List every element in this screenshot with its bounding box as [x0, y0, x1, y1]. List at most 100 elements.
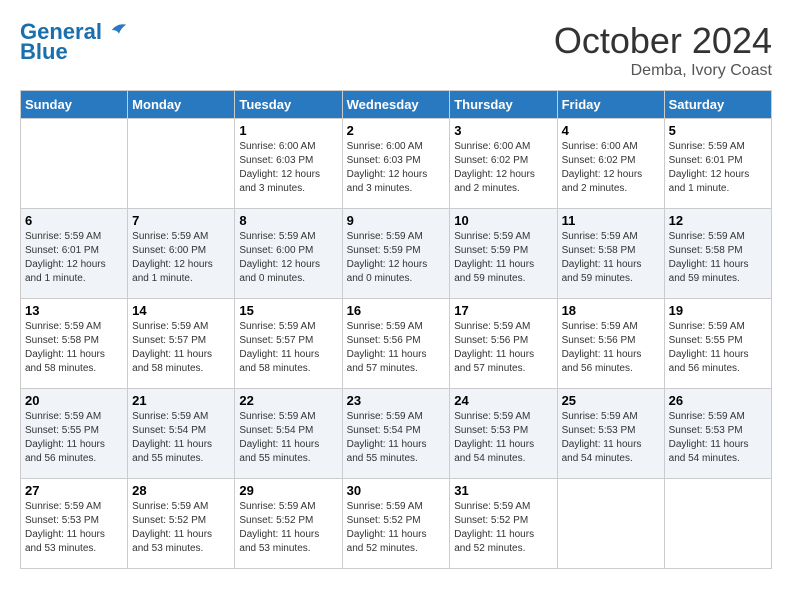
- calendar-cell: 23Sunrise: 5:59 AM Sunset: 5:54 PM Dayli…: [342, 389, 450, 479]
- day-number: 7: [132, 213, 230, 228]
- day-number: 13: [25, 303, 123, 318]
- logo: General Blue: [20, 20, 128, 64]
- day-number: 28: [132, 483, 230, 498]
- day-number: 5: [669, 123, 767, 138]
- calendar-cell: 16Sunrise: 5:59 AM Sunset: 5:56 PM Dayli…: [342, 299, 450, 389]
- header-day-tuesday: Tuesday: [235, 91, 342, 119]
- calendar-cell: 18Sunrise: 5:59 AM Sunset: 5:56 PM Dayli…: [557, 299, 664, 389]
- day-number: 12: [669, 213, 767, 228]
- calendar-cell: 21Sunrise: 5:59 AM Sunset: 5:54 PM Dayli…: [128, 389, 235, 479]
- calendar-table: SundayMondayTuesdayWednesdayThursdayFrid…: [20, 90, 772, 569]
- calendar-cell: [21, 119, 128, 209]
- calendar-cell: 12 Sunrise: 5:59 AM Sunset: 5:58 PM Dayli…: [664, 209, 771, 299]
- day-number: 16: [347, 303, 446, 318]
- month-title: October 2024: [554, 20, 772, 62]
- calendar-cell: 19 Sunrise: 5:59 AM Sunset: 5:55 PM Dayli…: [664, 299, 771, 389]
- week-row-1: 1 Sunrise: 6:00 AM Sunset: 6:03 PM Daylig…: [21, 119, 772, 209]
- day-number: 19: [669, 303, 767, 318]
- calendar-cell: [128, 119, 235, 209]
- day-number: 31: [454, 483, 552, 498]
- title-area: October 2024 Demba, Ivory Coast: [554, 20, 772, 80]
- day-info: Sunrise: 5:59 AM Sunset: 6:00 PM Dayligh…: [132, 230, 230, 286]
- calendar-cell: 9 Sunrise: 5:59 AM Sunset: 5:59 PM Daylig…: [342, 209, 450, 299]
- calendar-cell: 25 Sunrise: 5:59 AM Sunset: 5:53 PM Dayli…: [557, 389, 664, 479]
- day-info: Sunrise: 5:59 AM Sunset: 5:56 PM Dayligh…: [454, 320, 552, 376]
- calendar-cell: 2Sunrise: 6:00 AM Sunset: 6:03 PM Daylig…: [342, 119, 450, 209]
- page-header: General Blue October 2024 Demba, Ivory C…: [20, 20, 772, 80]
- day-number: 20: [25, 393, 123, 408]
- calendar-cell: [664, 479, 771, 569]
- calendar-cell: 1 Sunrise: 6:00 AM Sunset: 6:03 PM Daylig…: [235, 119, 342, 209]
- day-info: Sunrise: 6:00 AM Sunset: 6:03 PM Dayligh…: [239, 140, 337, 196]
- header-day-thursday: Thursday: [450, 91, 557, 119]
- day-info: Sunrise: 5:59 AM Sunset: 5:59 PM Dayligh…: [347, 230, 446, 286]
- day-info: Sunrise: 5:59 AM Sunset: 5:53 PM Dayligh…: [25, 500, 123, 556]
- day-info: Sunrise: 5:59 AM Sunset: 6:01 PM Dayligh…: [25, 230, 123, 286]
- calendar-cell: 11 Sunrise: 5:59 AM Sunset: 5:58 PM Dayli…: [557, 209, 664, 299]
- day-number: 6: [25, 213, 123, 228]
- day-info: Sunrise: 5:59 AM Sunset: 5:58 PM Dayligh…: [562, 230, 660, 286]
- calendar-cell: 24 Sunrise: 5:59 AM Sunset: 5:53 PM Dayli…: [450, 389, 557, 479]
- calendar-cell: 3 Sunrise: 6:00 AM Sunset: 6:02 PM Daylig…: [450, 119, 557, 209]
- calendar-cell: 7 Sunrise: 5:59 AM Sunset: 6:00 PM Daylig…: [128, 209, 235, 299]
- day-info: Sunrise: 6:00 AM Sunset: 6:02 PM Dayligh…: [454, 140, 552, 196]
- calendar-cell: 5 Sunrise: 5:59 AM Sunset: 6:01 PM Daylig…: [664, 119, 771, 209]
- header-row: SundayMondayTuesdayWednesdayThursdayFrid…: [21, 91, 772, 119]
- week-row-2: 6 Sunrise: 5:59 AM Sunset: 6:01 PM Daylig…: [21, 209, 772, 299]
- week-row-4: 20 Sunrise: 5:59 AM Sunset: 5:55 PM Dayli…: [21, 389, 772, 479]
- day-info: Sunrise: 5:59 AM Sunset: 5:55 PM Dayligh…: [25, 410, 123, 466]
- calendar-cell: 4 Sunrise: 6:00 AM Sunset: 6:02 PM Daylig…: [557, 119, 664, 209]
- day-info: Sunrise: 5:59 AM Sunset: 5:56 PM Dayligh…: [562, 320, 660, 376]
- calendar-cell: 20 Sunrise: 5:59 AM Sunset: 5:55 PM Dayli…: [21, 389, 128, 479]
- day-number: 3: [454, 123, 552, 138]
- calendar-cell: 28 Sunrise: 5:59 AM Sunset: 5:52 PM Dayli…: [128, 479, 235, 569]
- day-number: 4: [562, 123, 660, 138]
- calendar-cell: 8Sunrise: 5:59 AM Sunset: 6:00 PM Daylig…: [235, 209, 342, 299]
- calendar-cell: 6 Sunrise: 5:59 AM Sunset: 6:01 PM Daylig…: [21, 209, 128, 299]
- day-number: 9: [347, 213, 446, 228]
- day-info: Sunrise: 5:59 AM Sunset: 6:01 PM Dayligh…: [669, 140, 767, 196]
- day-info: Sunrise: 6:00 AM Sunset: 6:03 PM Dayligh…: [347, 140, 446, 196]
- calendar-cell: 31 Sunrise: 5:59 AM Sunset: 5:52 PM Dayli…: [450, 479, 557, 569]
- day-number: 1: [239, 123, 337, 138]
- day-info: Sunrise: 5:59 AM Sunset: 5:58 PM Dayligh…: [25, 320, 123, 376]
- calendar-cell: 26Sunrise: 5:59 AM Sunset: 5:53 PM Dayli…: [664, 389, 771, 479]
- calendar-cell: 29 Sunrise: 5:59 AM Sunset: 5:52 PM Dayli…: [235, 479, 342, 569]
- day-info: Sunrise: 5:59 AM Sunset: 5:53 PM Dayligh…: [454, 410, 552, 466]
- day-number: 30: [347, 483, 446, 498]
- header-day-saturday: Saturday: [664, 91, 771, 119]
- calendar-cell: 17Sunrise: 5:59 AM Sunset: 5:56 PM Dayli…: [450, 299, 557, 389]
- day-number: 29: [239, 483, 337, 498]
- day-info: Sunrise: 5:59 AM Sunset: 5:52 PM Dayligh…: [239, 500, 337, 556]
- day-info: Sunrise: 5:59 AM Sunset: 5:52 PM Dayligh…: [347, 500, 446, 556]
- day-info: Sunrise: 5:59 AM Sunset: 5:52 PM Dayligh…: [454, 500, 552, 556]
- day-info: Sunrise: 5:59 AM Sunset: 5:52 PM Dayligh…: [132, 500, 230, 556]
- day-number: 25: [562, 393, 660, 408]
- day-info: Sunrise: 5:59 AM Sunset: 5:58 PM Dayligh…: [669, 230, 767, 286]
- day-number: 11: [562, 213, 660, 228]
- week-row-5: 27 Sunrise: 5:59 AM Sunset: 5:53 PM Dayli…: [21, 479, 772, 569]
- day-number: 10: [454, 213, 552, 228]
- week-row-3: 13 Sunrise: 5:59 AM Sunset: 5:58 PM Dayli…: [21, 299, 772, 389]
- day-info: Sunrise: 5:59 AM Sunset: 5:54 PM Dayligh…: [239, 410, 337, 466]
- day-number: 22: [239, 393, 337, 408]
- calendar-cell: 22 Sunrise: 5:59 AM Sunset: 5:54 PM Dayli…: [235, 389, 342, 479]
- calendar-cell: 10Sunrise: 5:59 AM Sunset: 5:59 PM Dayli…: [450, 209, 557, 299]
- day-number: 15: [239, 303, 337, 318]
- day-number: 24: [454, 393, 552, 408]
- header-day-friday: Friday: [557, 91, 664, 119]
- day-info: Sunrise: 5:59 AM Sunset: 6:00 PM Dayligh…: [239, 230, 337, 286]
- day-info: Sunrise: 6:00 AM Sunset: 6:02 PM Dayligh…: [562, 140, 660, 196]
- logo-bird-icon: [110, 21, 128, 39]
- day-number: 14: [132, 303, 230, 318]
- day-info: Sunrise: 5:59 AM Sunset: 5:57 PM Dayligh…: [132, 320, 230, 376]
- day-info: Sunrise: 5:59 AM Sunset: 5:53 PM Dayligh…: [562, 410, 660, 466]
- calendar-cell: 13 Sunrise: 5:59 AM Sunset: 5:58 PM Dayli…: [21, 299, 128, 389]
- day-info: Sunrise: 5:59 AM Sunset: 5:55 PM Dayligh…: [669, 320, 767, 376]
- calendar-cell: 14 Sunrise: 5:59 AM Sunset: 5:57 PM Dayli…: [128, 299, 235, 389]
- calendar-cell: 27 Sunrise: 5:59 AM Sunset: 5:53 PM Dayli…: [21, 479, 128, 569]
- calendar-cell: 30 Sunrise: 5:59 AM Sunset: 5:52 PM Dayli…: [342, 479, 450, 569]
- calendar-cell: [557, 479, 664, 569]
- day-number: 27: [25, 483, 123, 498]
- day-info: Sunrise: 5:59 AM Sunset: 5:53 PM Dayligh…: [669, 410, 767, 466]
